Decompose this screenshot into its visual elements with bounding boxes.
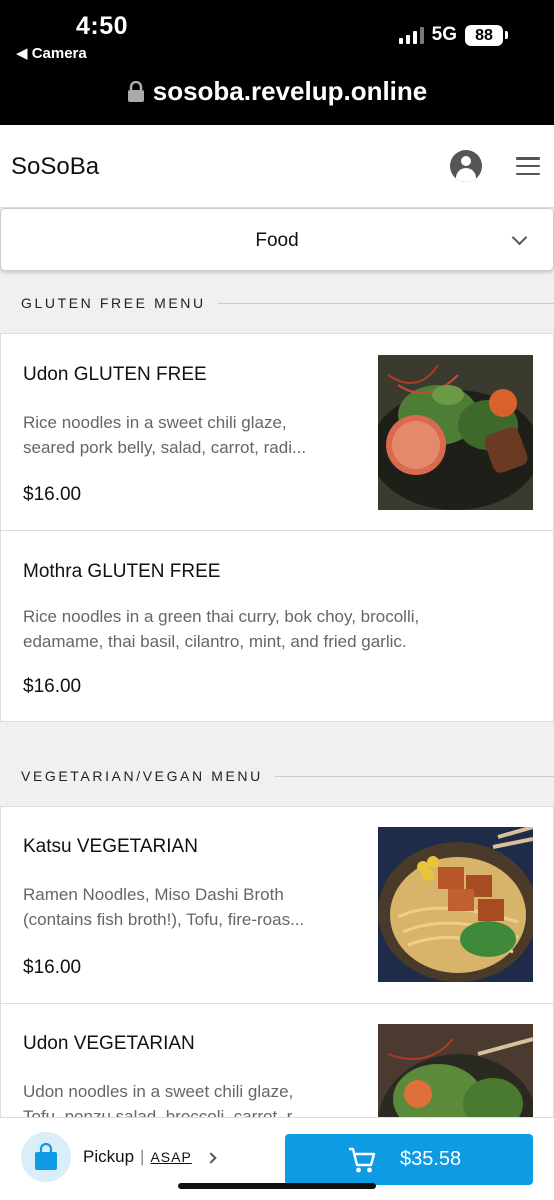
item-description: Ramen Noodles, Miso Dashi Broth (contain… bbox=[23, 885, 305, 929]
status-indicators: 5G 88 bbox=[398, 24, 508, 46]
item-price: $16.00 bbox=[23, 957, 82, 978]
item-name: Mothra GLUTEN FREE bbox=[23, 561, 221, 582]
item-name: Udon GLUTEN FREE bbox=[23, 364, 207, 385]
home-indicator bbox=[178, 1183, 376, 1189]
chevron-right-icon bbox=[205, 1152, 217, 1164]
lock-icon bbox=[127, 80, 144, 102]
app-header: SoSoBa bbox=[0, 125, 554, 208]
status-bar: 4:50 ◀ Camera 5G 88 sosoba.revelup.onlin… bbox=[0, 0, 554, 125]
item-photo bbox=[378, 827, 533, 982]
pickup-selector[interactable]: Pickup | ASAP bbox=[83, 1147, 192, 1167]
pickup-label: Pickup bbox=[83, 1147, 135, 1166]
menu-item-udon-gluten-free[interactable]: Udon GLUTEN FREE Rice noodles in a sweet… bbox=[0, 333, 554, 531]
account-icon[interactable] bbox=[450, 150, 482, 182]
order-type-badge[interactable] bbox=[21, 1132, 71, 1182]
section-divider bbox=[274, 775, 554, 777]
back-to-app-link[interactable]: ◀ Camera bbox=[16, 44, 87, 62]
item-name: Katsu VEGETARIAN bbox=[23, 836, 198, 857]
category-selected: Food bbox=[255, 230, 299, 251]
signal-icon bbox=[398, 26, 424, 44]
menu-item-katsu-vegetarian[interactable]: Katsu VEGETARIAN Ramen Noodles, Miso Das… bbox=[0, 806, 554, 1004]
cart-icon bbox=[349, 1147, 376, 1173]
item-price: $16.00 bbox=[23, 676, 82, 697]
section-title: VEGETARIAN/VEGAN MENU bbox=[21, 768, 263, 784]
item-description: Rice noodles in a sweet chili glaze, sea… bbox=[23, 413, 307, 457]
separator: | bbox=[140, 1147, 145, 1166]
brand-logo[interactable]: SoSoBa bbox=[11, 153, 99, 181]
category-dropdown[interactable]: Food bbox=[0, 208, 554, 271]
url-text: sosoba.revelup.online bbox=[152, 76, 428, 106]
shopping-bag-icon bbox=[35, 1142, 57, 1170]
pickup-time[interactable]: ASAP bbox=[150, 1149, 191, 1165]
item-description: Rice noodles in a green thai curry, bok … bbox=[23, 607, 420, 651]
item-photo bbox=[378, 355, 533, 510]
section-title: GLUTEN FREE MENU bbox=[21, 295, 206, 311]
address-bar[interactable]: sosoba.revelup.online bbox=[0, 76, 554, 107]
section-header-vegetarian: VEGETARIAN/VEGAN MENU bbox=[0, 756, 554, 796]
menu-item-mothra-gluten-free[interactable]: Mothra GLUTEN FREE Rice noodles in a gre… bbox=[0, 530, 554, 722]
network-type: 5G bbox=[431, 24, 457, 45]
status-time: 4:50 bbox=[76, 12, 129, 40]
item-price: $16.00 bbox=[23, 484, 82, 505]
battery-icon: 88 bbox=[465, 24, 508, 46]
battery-level: 88 bbox=[465, 24, 503, 46]
section-divider bbox=[217, 302, 554, 304]
cart-button[interactable]: $35.58 bbox=[285, 1134, 533, 1185]
cart-total: $35.58 bbox=[400, 1148, 462, 1170]
section-header-gluten-free: GLUTEN FREE MENU bbox=[0, 283, 554, 323]
item-name: Udon VEGETARIAN bbox=[23, 1033, 195, 1054]
hamburger-menu-icon[interactable] bbox=[516, 157, 540, 175]
